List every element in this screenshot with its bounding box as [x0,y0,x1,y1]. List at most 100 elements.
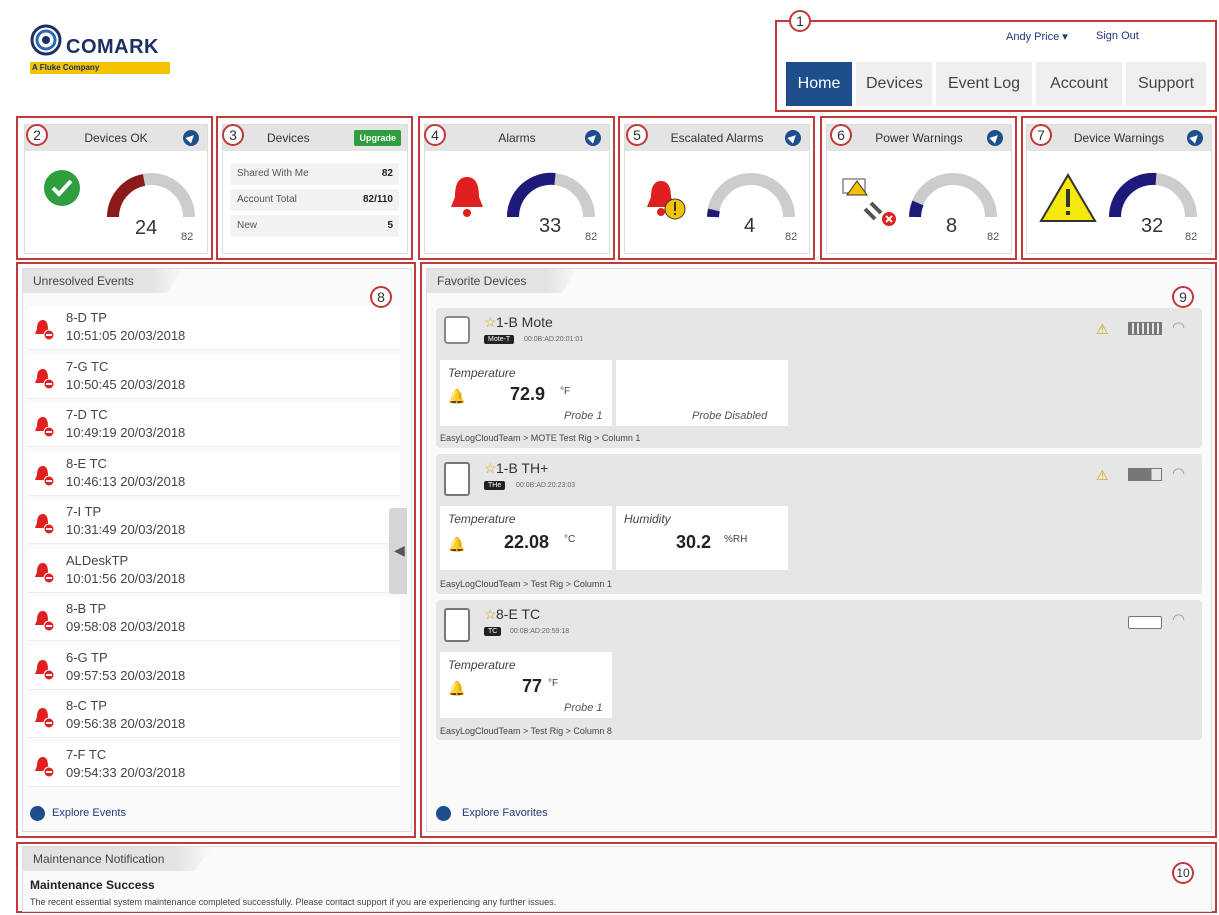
event-device-name: 6-G TP [66,649,108,665]
navigate-icon[interactable] [785,130,801,146]
reading-temperature: Temperature 🔔 77 °F Probe 1 [440,652,612,718]
gauge-value: 33 [539,215,562,237]
gauge-max: 82 [987,231,1000,243]
panel-title: Unresolved Events [23,269,183,293]
check-icon [44,170,80,206]
navigate-icon [30,806,45,821]
favorite-device-1[interactable]: ☆ 1-B Mote Mote-T 00:0B:AD:20:01:01 ⚠ ◠ … [436,308,1202,448]
nav-event-log[interactable]: Event Log [936,62,1032,106]
card-devices: Devices Upgrade Shared With Me 82 Account… [222,124,408,254]
annotation-badge-5: 5 [626,124,648,146]
alarm-bell-icon [35,417,55,437]
event-row[interactable]: 8-B TP 09:58:08 20/03/2018 [28,597,400,641]
event-device-name: 8-C TP [66,698,107,713]
navigate-icon[interactable] [585,130,601,146]
comark-swirl-icon [30,24,62,56]
gauge-power [909,173,997,218]
brand-name: COMARK [66,36,159,58]
favorite-device-2[interactable]: ☆ 1-B TH+ THe 00:0B:AD:20:23:03 ⚠ ◠ Temp… [436,454,1202,594]
star-icon[interactable]: ☆ [484,606,497,623]
brand-tagline: A Fluke Company [30,62,170,74]
event-timestamp: 10:01:56 20/03/2018 [66,570,186,586]
reading-temperature: Temperature 🔔 22.08 °C [440,506,612,570]
device-name: 8-E TC [496,606,541,622]
alarm-bell-icon [35,320,55,340]
warning-icon: ⚠ [1096,321,1109,337]
maintenance-text: The recent essential system maintenance … [30,897,557,907]
event-device-name: 7-G TC [66,358,109,374]
upgrade-button[interactable]: Upgrade [354,130,401,146]
nav-account[interactable]: Account [1036,62,1122,106]
gauge-value: 24 [135,217,158,239]
event-row[interactable]: 8-C TP 09:56:38 20/03/2018 [28,694,400,738]
event-device-name: 7-F TC [66,746,107,762]
gauge-device-warnings [1108,172,1197,218]
gauge-max: 82 [181,231,194,243]
event-row[interactable]: 8-E TC 10:46:13 20/03/2018 [28,451,400,496]
favorite-device-3[interactable]: ☆ 8-E TC TC 00:0B:AD:20:59:18 ◠ Temperat… [436,600,1202,740]
star-icon[interactable]: ☆ [484,314,497,331]
mote-device-icon [444,316,470,344]
card-device-warnings: Device Warnings 32 82 [1026,124,1212,254]
event-row[interactable]: 8-D TP 10:51:05 20/03/2018 [28,306,400,350]
card-devices-ok: Devices OK 24 82 [24,124,208,254]
event-row[interactable]: 7-I TP 10:31:49 20/03/2018 [28,500,400,544]
battery-partial-icon [1128,468,1162,481]
device-path[interactable]: EasyLogCloudTeam > Test Rig > Column 8 [440,726,612,736]
gauge-devices-ok [107,173,195,218]
annotation-badge-6: 6 [830,124,852,146]
nav-home[interactable]: Home [786,62,852,106]
event-row[interactable]: ALDeskTP 10:01:56 20/03/2018 [28,548,400,593]
card-alarms: Alarms 33 82 [424,124,610,254]
navigate-icon[interactable] [183,130,199,146]
event-device-name: 7-D TC [66,407,108,422]
event-timestamp: 09:58:08 20/03/2018 [66,619,186,634]
event-timestamp: 09:54:33 20/03/2018 [66,764,186,780]
user-menu[interactable]: Andy Price ▾ [1006,30,1068,43]
main-nav: Home Devices Event Log Account Support [786,62,1206,106]
annotation-badge-3: 3 [222,124,244,146]
card-title: Power Warnings [827,125,1011,151]
event-row[interactable]: 7-D TC 10:49:19 20/03/2018 [28,403,400,447]
sign-out-link[interactable]: Sign Out [1096,30,1139,42]
card-escalated-alarms: Escalated Alarms 4 82 [624,124,810,254]
wifi-icon: ◠ [1172,611,1186,628]
event-device-name: 8-E TC [66,455,107,471]
alarm-bell-icon: 🔔 [448,680,466,696]
event-row[interactable]: 7-F TC 09:54:33 20/03/2018 [28,742,400,787]
warning-icon: ⚠ [1096,467,1109,483]
device-path[interactable]: EasyLogCloudTeam > MOTE Test Rig > Colum… [440,433,640,443]
annotation-badge-9: 9 [1172,286,1194,308]
alarm-bell-icon [35,368,55,389]
alarm-bell-icon [35,562,55,583]
collapse-handle[interactable]: ◀ [389,508,407,594]
gauge-max: 82 [1185,231,1198,243]
navigate-icon[interactable] [987,130,1003,146]
event-timestamp: 09:56:38 20/03/2018 [66,716,186,731]
star-icon[interactable]: ☆ [484,460,497,477]
bell-inactive-icon: 🔔 [448,536,466,552]
event-row[interactable]: 6-G TP 09:57:53 20/03/2018 [28,645,400,690]
card-power-warnings: Power Warnings 8 82 [826,124,1012,254]
gauge-value: 32 [1141,215,1164,237]
device-name: 1-B TH+ [496,460,549,476]
reading-humidity: Humidity 30.2 %RH [616,506,788,570]
device-path[interactable]: EasyLogCloudTeam > Test Rig > Column 1 [440,579,612,589]
event-row[interactable]: 7-G TC 10:50:45 20/03/2018 [28,354,400,399]
alarm-bell-icon: 🔔 [448,388,466,404]
event-timestamp: 10:51:05 20/03/2018 [66,328,186,343]
event-timestamp: 10:46:13 20/03/2018 [66,473,186,489]
device-type-tag: TC [484,627,502,636]
panel-title: Maintenance Notification [23,847,213,871]
alarm-bell-icon [35,611,55,631]
gauge-value: 8 [946,215,958,237]
event-device-name: 8-B TP [66,601,107,616]
alarm-bell-icon [35,514,55,534]
device-mac: 00:0B:AD:20:59:18 [510,628,570,635]
gauge-max: 82 [585,231,598,243]
nav-devices[interactable]: Devices [856,62,932,106]
nav-support[interactable]: Support [1126,62,1206,106]
navigate-icon [436,806,451,821]
device-name: 1-B Mote [496,314,553,330]
navigate-icon[interactable] [1187,130,1203,146]
